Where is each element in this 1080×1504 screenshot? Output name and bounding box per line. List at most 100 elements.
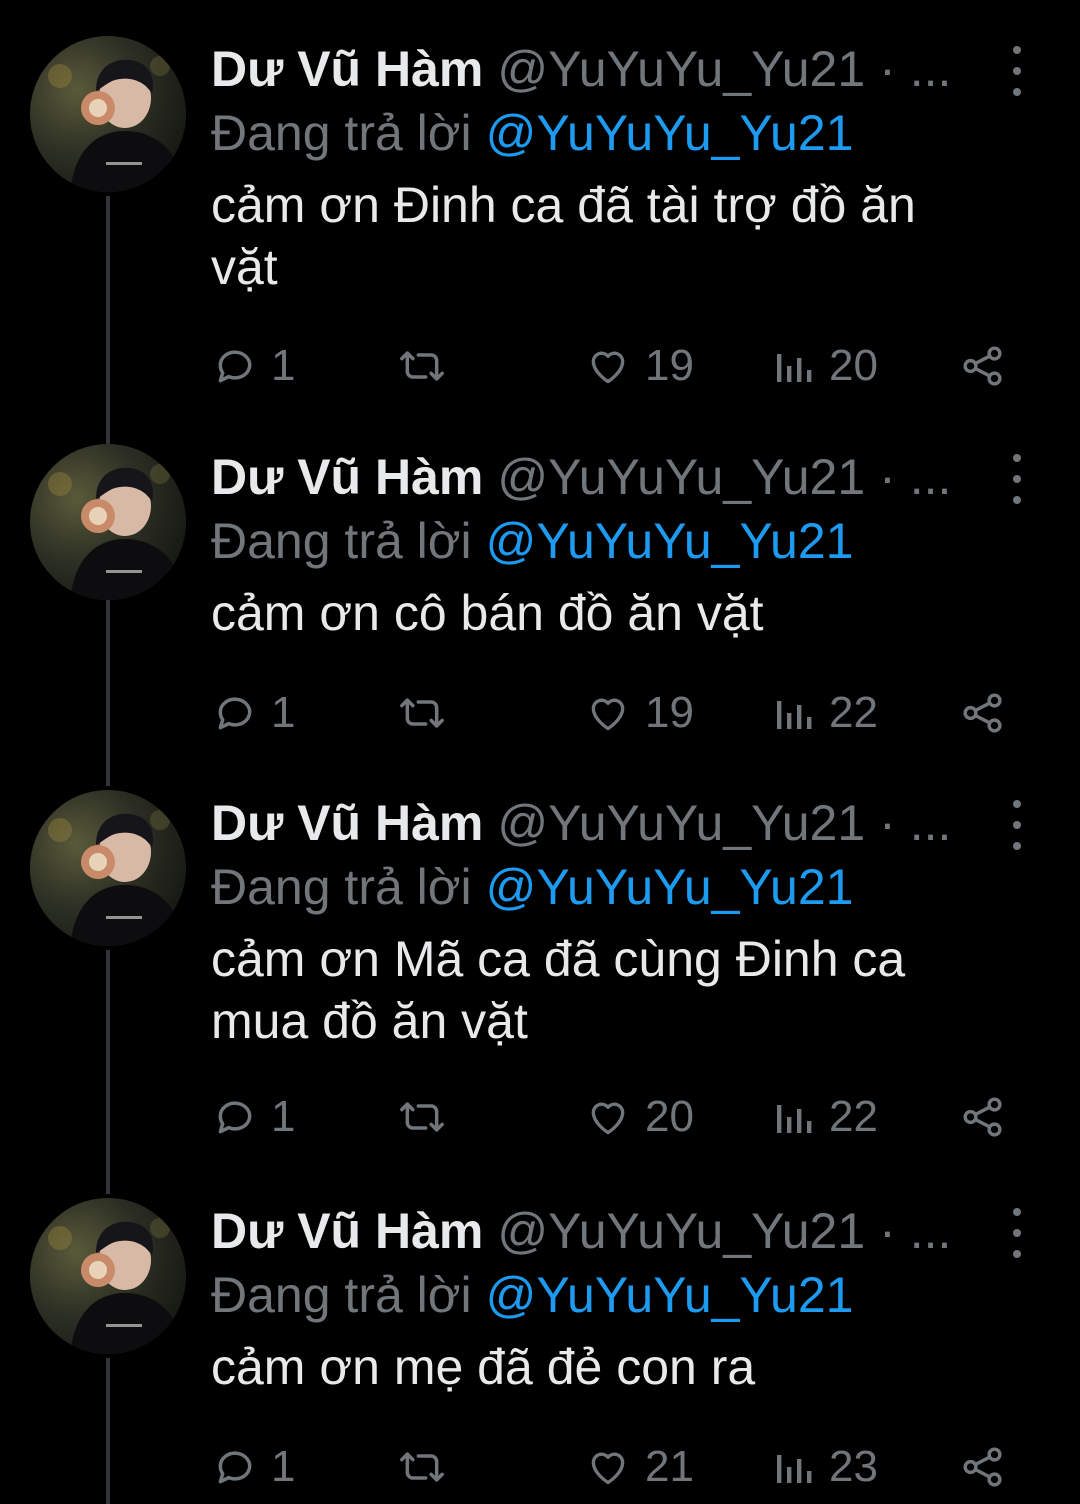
reply-icon bbox=[213, 691, 257, 735]
views-count: 22 bbox=[829, 1092, 878, 1141]
likes-count: 19 bbox=[645, 688, 694, 737]
replying-to-line: Đang trả lời @YuYuYu_Yu21 bbox=[211, 508, 853, 574]
heart-icon bbox=[585, 691, 631, 735]
share-button[interactable] bbox=[960, 685, 1006, 741]
views-button[interactable]: 22 bbox=[775, 685, 878, 741]
retweet-button[interactable] bbox=[397, 338, 461, 394]
replies-count: 1 bbox=[271, 1442, 296, 1491]
author-handle[interactable]: @YuYuYu_Yu21 bbox=[497, 41, 865, 97]
tweet-header: Dư Vũ Hàm @YuYuYu_Yu21 · ... bbox=[211, 1198, 951, 1264]
tweet-actions: 1 20 22 bbox=[0, 1089, 1080, 1145]
more-vertical-icon[interactable] bbox=[1000, 1208, 1034, 1258]
share-button[interactable] bbox=[960, 338, 1006, 394]
more-vertical-icon[interactable] bbox=[1000, 454, 1034, 504]
reply-button[interactable]: 1 bbox=[213, 338, 295, 394]
like-button[interactable]: 19 bbox=[585, 685, 694, 741]
avatar[interactable] bbox=[30, 444, 186, 600]
header-separator: · ... bbox=[879, 41, 952, 97]
header-separator: · ... bbox=[879, 1203, 952, 1259]
views-icon bbox=[775, 1097, 815, 1137]
reply-icon bbox=[213, 1445, 257, 1489]
more-vertical-icon[interactable] bbox=[1000, 46, 1034, 96]
retweet-button[interactable] bbox=[397, 1089, 461, 1145]
retweet-button[interactable] bbox=[397, 1439, 461, 1495]
share-icon bbox=[960, 1094, 1006, 1140]
tweet-text: cảm ơn cô bán đồ ăn vặt bbox=[211, 585, 764, 641]
reply-icon bbox=[213, 1095, 257, 1139]
heart-icon bbox=[585, 344, 631, 388]
replying-to-line: Đang trả lời @YuYuYu_Yu21 bbox=[211, 100, 853, 166]
author-handle[interactable]: @YuYuYu_Yu21 bbox=[497, 795, 865, 851]
reply-mention-link[interactable]: @YuYuYu_Yu21 bbox=[486, 1267, 854, 1323]
views-count: 22 bbox=[829, 688, 878, 737]
like-button[interactable]: 21 bbox=[585, 1439, 694, 1495]
views-button[interactable]: 23 bbox=[775, 1439, 878, 1495]
share-icon bbox=[960, 1444, 1006, 1490]
tweet[interactable]: Dư Vũ Hàm @YuYuYu_Yu21 · ... Đang trả lời @Y… bbox=[0, 790, 1080, 1149]
share-icon bbox=[960, 690, 1006, 736]
share-button[interactable] bbox=[960, 1089, 1006, 1145]
reply-button[interactable]: 1 bbox=[213, 1439, 295, 1495]
tweet-header: Dư Vũ Hàm @YuYuYu_Yu21 · ... bbox=[211, 444, 951, 510]
retweet-button[interactable] bbox=[397, 685, 461, 741]
like-button[interactable]: 19 bbox=[585, 338, 694, 394]
views-button[interactable]: 22 bbox=[775, 1089, 878, 1145]
author-handle[interactable]: @YuYuYu_Yu21 bbox=[497, 1203, 865, 1259]
author-name[interactable]: Dư Vũ Hàm bbox=[211, 1203, 483, 1259]
like-button[interactable]: 20 bbox=[585, 1089, 694, 1145]
retweet-icon bbox=[397, 344, 447, 388]
heart-icon bbox=[585, 1445, 631, 1489]
replying-to-label: Đang trả lời bbox=[211, 513, 472, 569]
views-button[interactable]: 20 bbox=[775, 338, 878, 394]
replying-to-label: Đang trả lời bbox=[211, 105, 472, 161]
tweet-header: Dư Vũ Hàm @YuYuYu_Yu21 · ... bbox=[211, 36, 951, 102]
tweet[interactable]: Dư Vũ Hàm @YuYuYu_Yu21 · ... Đang trả lời @Y… bbox=[0, 1198, 1080, 1499]
tweet[interactable]: Dư Vũ Hàm @YuYuYu_Yu21 · ... Đang trả lời @Y… bbox=[0, 36, 1080, 398]
reply-mention-link[interactable]: @YuYuYu_Yu21 bbox=[486, 105, 854, 161]
author-name[interactable]: Dư Vũ Hàm bbox=[211, 41, 483, 97]
replying-to-label: Đang trả lời bbox=[211, 859, 472, 915]
views-icon bbox=[775, 346, 815, 386]
tweet-actions: 1 21 23 bbox=[0, 1439, 1080, 1495]
share-icon bbox=[960, 343, 1006, 389]
more-vertical-icon[interactable] bbox=[1000, 800, 1034, 850]
views-count: 23 bbox=[829, 1442, 878, 1491]
views-icon bbox=[775, 1447, 815, 1487]
avatar[interactable] bbox=[30, 790, 186, 946]
author-name[interactable]: Dư Vũ Hàm bbox=[211, 449, 483, 505]
tweet-header: Dư Vũ Hàm @YuYuYu_Yu21 · ... bbox=[211, 790, 951, 856]
likes-count: 19 bbox=[645, 341, 694, 390]
heart-icon bbox=[585, 1095, 631, 1139]
replying-to-line: Đang trả lời @YuYuYu_Yu21 bbox=[211, 1262, 853, 1328]
reply-button[interactable]: 1 bbox=[213, 685, 295, 741]
replying-to-line: Đang trả lời @YuYuYu_Yu21 bbox=[211, 854, 853, 920]
likes-count: 21 bbox=[645, 1442, 694, 1491]
likes-count: 20 bbox=[645, 1092, 694, 1141]
views-icon bbox=[775, 693, 815, 733]
tweet[interactable]: Dư Vũ Hàm @YuYuYu_Yu21 · ... Đang trả lời @Y… bbox=[0, 444, 1080, 745]
tweet-text: cảm ơn mẹ đã đẻ con ra bbox=[211, 1339, 756, 1395]
author-handle[interactable]: @YuYuYu_Yu21 bbox=[497, 449, 865, 505]
reply-mention-link[interactable]: @YuYuYu_Yu21 bbox=[486, 859, 854, 915]
replies-count: 1 bbox=[271, 341, 296, 390]
replying-to-label: Đang trả lời bbox=[211, 1267, 472, 1323]
retweet-icon bbox=[397, 1095, 447, 1139]
tweet-text: cảm ơn Đinh ca đã tài trợ đồ ăn vặt bbox=[211, 177, 916, 295]
reply-thread: Dư Vũ Hàm @YuYuYu_Yu21 · ... Đang trả lời @Y… bbox=[0, 0, 1080, 1504]
tweet-actions: 1 19 22 bbox=[0, 685, 1080, 741]
retweet-icon bbox=[397, 691, 447, 735]
reply-mention-link[interactable]: @YuYuYu_Yu21 bbox=[486, 513, 854, 569]
replies-count: 1 bbox=[271, 688, 296, 737]
avatar[interactable] bbox=[30, 36, 186, 192]
author-name[interactable]: Dư Vũ Hàm bbox=[211, 795, 483, 851]
retweet-icon bbox=[397, 1445, 447, 1489]
reply-icon bbox=[213, 344, 257, 388]
tweet-text: cảm ơn Mã ca đã cùng Đinh ca mua đồ ăn v… bbox=[211, 931, 906, 1049]
header-separator: · ... bbox=[879, 795, 952, 851]
views-count: 20 bbox=[829, 341, 878, 390]
tweet-actions: 1 19 20 bbox=[0, 338, 1080, 394]
reply-button[interactable]: 1 bbox=[213, 1089, 295, 1145]
replies-count: 1 bbox=[271, 1092, 296, 1141]
share-button[interactable] bbox=[960, 1439, 1006, 1495]
avatar[interactable] bbox=[30, 1198, 186, 1354]
